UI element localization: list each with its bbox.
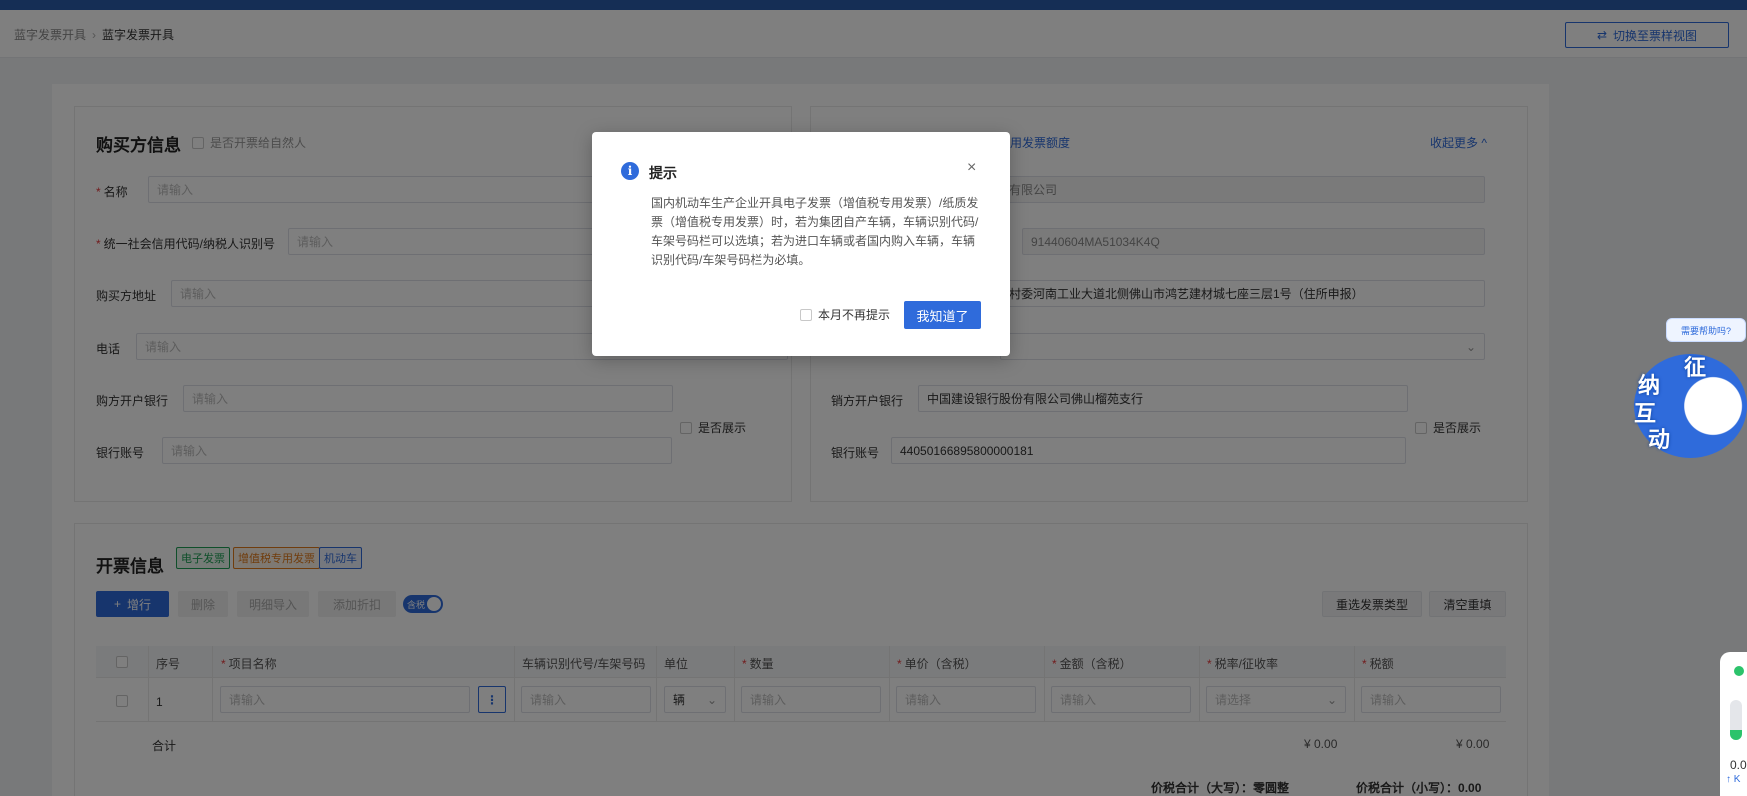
dialog-title: 提示: [649, 165, 677, 181]
help-bubble[interactable]: 需要帮助吗?: [1666, 318, 1746, 342]
helper-char-1: 征: [1684, 355, 1707, 380]
close-icon[interactable]: ×: [967, 159, 976, 177]
no-remind-label: 本月不再提示: [818, 308, 891, 322]
usage-bar: [1730, 700, 1742, 740]
no-remind-checkbox[interactable]: 本月不再提示: [800, 306, 890, 323]
tip-dialog: i 提示 × 国内机动车生产企业开具电子发票（增值税专用发票）/纸质发票（增值税…: [592, 132, 1010, 356]
status-dot-icon: [1734, 666, 1744, 676]
no-remind-check-icon[interactable]: [800, 308, 812, 321]
side-monitor-widget[interactable]: 0.0 ↑ K: [1720, 652, 1747, 796]
helper-char-4: 动: [1648, 427, 1671, 452]
side-unit: ↑ K: [1726, 774, 1741, 785]
usage-bar-fill: [1730, 730, 1742, 740]
modal-overlay[interactable]: [0, 0, 1747, 796]
dialog-message: 国内机动车生产企业开具电子发票（增值税专用发票）/纸质发票（增值税专用发票）时，…: [651, 196, 979, 267]
acknowledge-button[interactable]: 我知道了: [904, 301, 981, 329]
help-assistant[interactable]: 需要帮助吗? 征 纳 互 动: [1634, 318, 1747, 458]
side-value: 0.0: [1730, 758, 1747, 772]
info-icon: i: [621, 162, 639, 180]
